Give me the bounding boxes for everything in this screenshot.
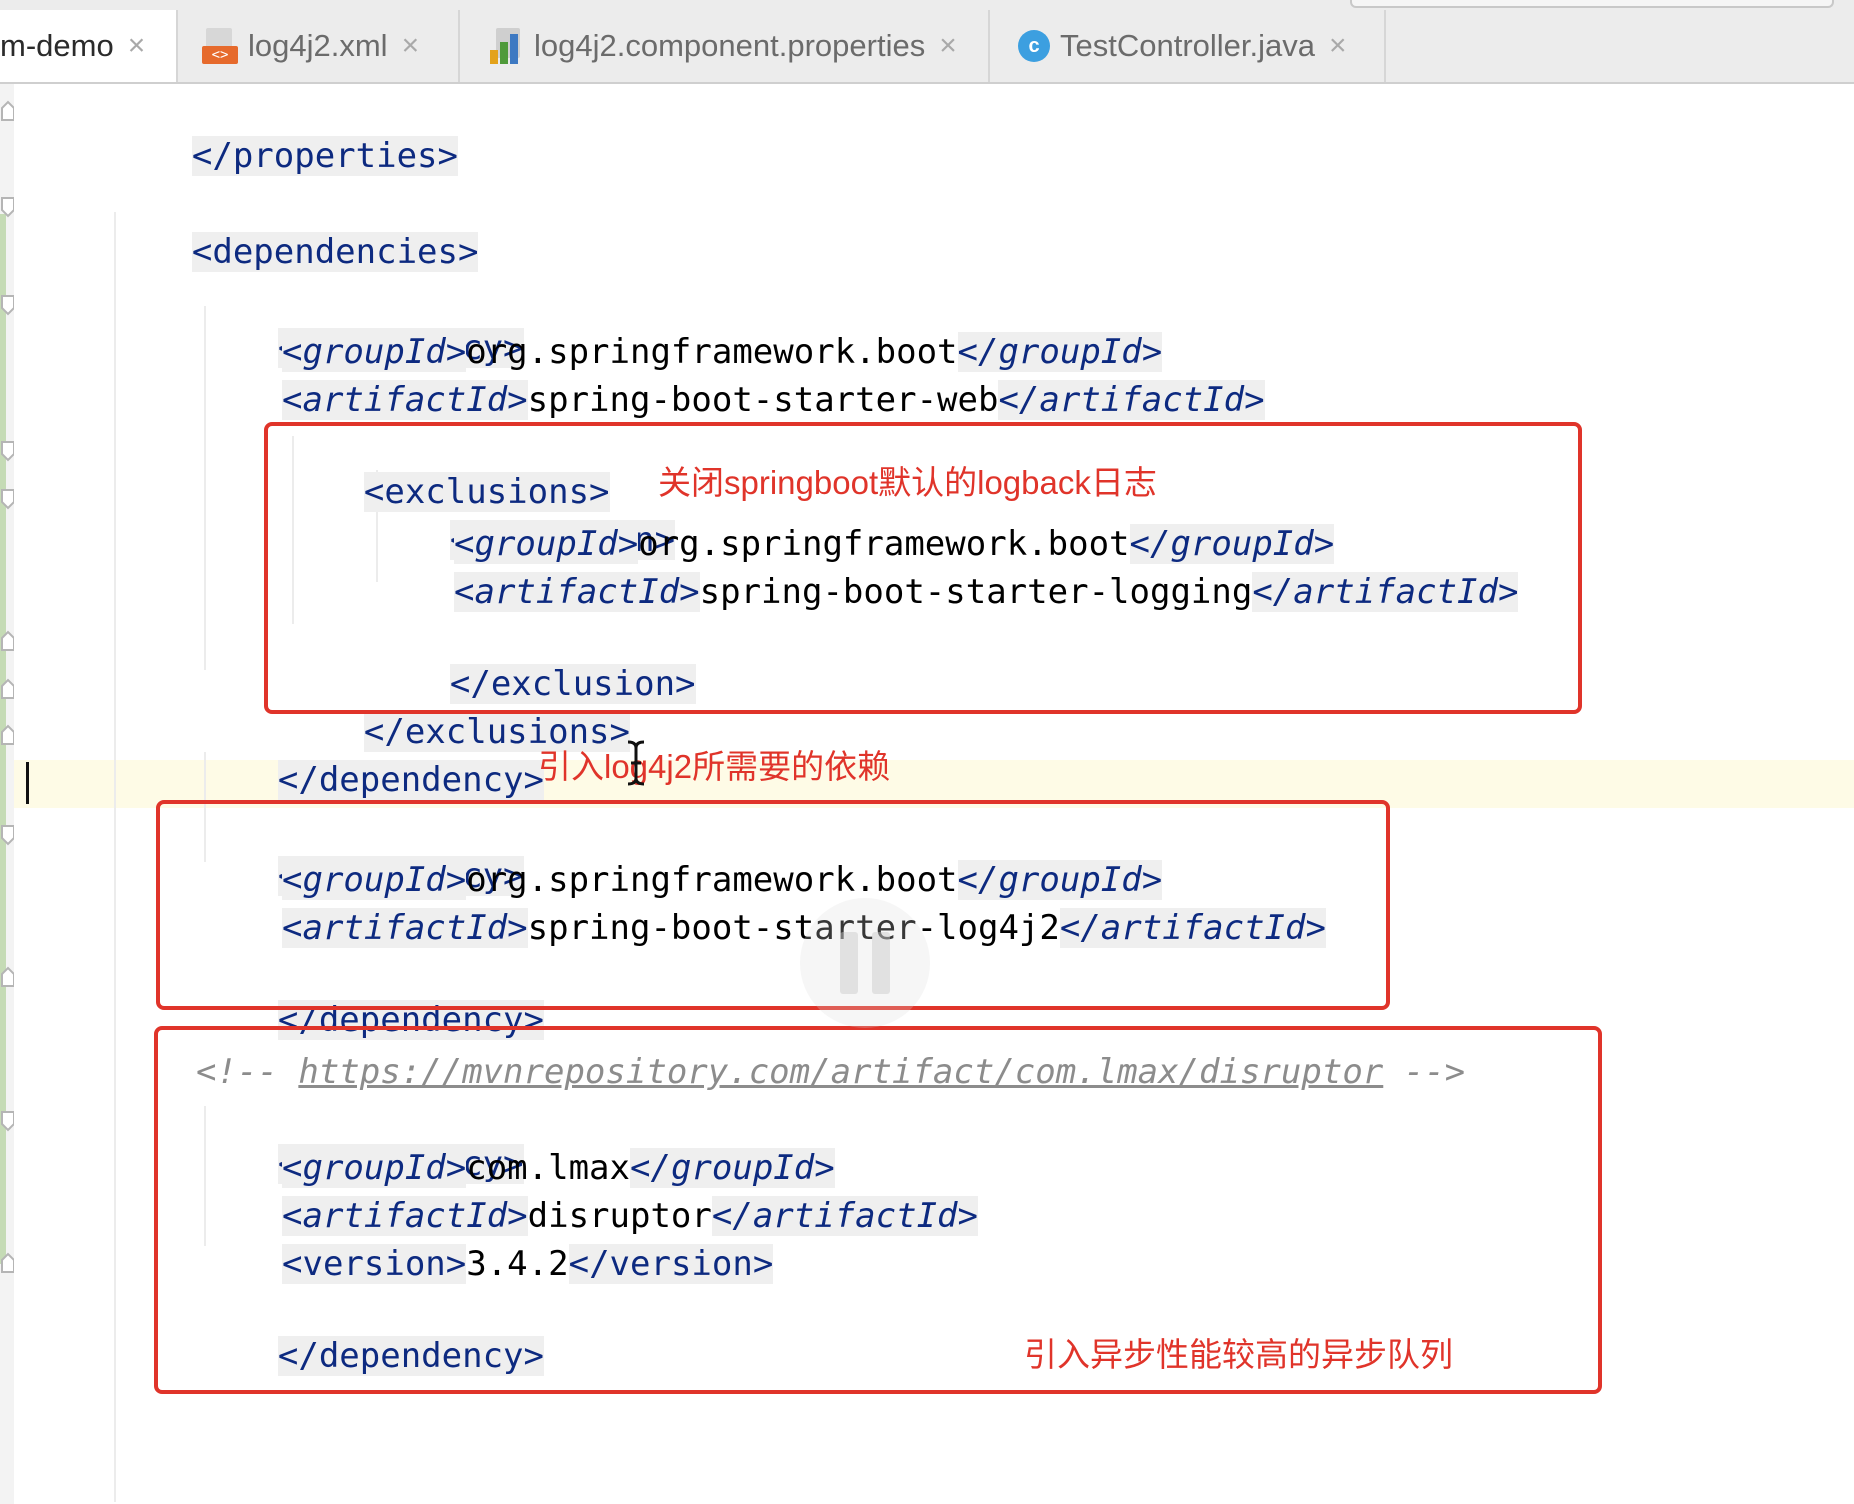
code-line[interactable]: <artifactId>spring-boot-starter-web</art… [282, 378, 1265, 422]
editor-tab-bar: m-demo × <> log4j2.xml × log4j2.componen… [0, 0, 1854, 84]
annotation-note-log4j2: 引入log4j2所需要的依赖 [538, 748, 891, 785]
properties-file-icon [490, 28, 524, 64]
code-line[interactable]: </properties> [110, 90, 458, 176]
annotation-box-log4j2 [156, 800, 1390, 1010]
code-line[interactable]: <groupId>org.springframework.boot</group… [282, 330, 1163, 374]
code-line[interactable]: <dependency> [196, 282, 524, 368]
annotation-note-exclusions: 关闭springboot默认的logback日志 [658, 464, 1157, 501]
indent-guide [114, 212, 116, 1502]
tab-label: log4j2.xml [248, 28, 388, 63]
tab-pom-demo[interactable]: m-demo × [0, 10, 178, 82]
tab-label: m-demo [0, 28, 114, 63]
close-icon[interactable]: × [939, 29, 957, 63]
java-class-icon: c [1018, 30, 1050, 62]
tab-log4j2-component-properties[interactable]: log4j2.component.properties × [460, 10, 990, 82]
tab-label: TestController.java [1060, 28, 1316, 63]
editor-gutter[interactable] [0, 84, 15, 1504]
search-field-edge[interactable] [1350, 0, 1834, 8]
annotation-note-disruptor: 引入异步性能较高的异步队列 [1024, 1336, 1453, 1373]
text-caret [26, 762, 29, 804]
mouse-ibeam-cursor [627, 740, 645, 786]
tab-label: log4j2.component.properties [534, 28, 926, 63]
code-line[interactable]: <dependencies> [110, 186, 479, 272]
close-icon[interactable]: × [128, 29, 146, 63]
close-icon[interactable]: × [1329, 29, 1347, 63]
code-line[interactable]: </dependency> [196, 714, 544, 800]
video-pause-icon[interactable] [800, 898, 930, 1028]
xml-file-icon: <> [202, 28, 238, 64]
tab-log4j2-xml[interactable]: <> log4j2.xml × [178, 10, 460, 82]
close-icon[interactable]: × [402, 29, 420, 63]
tab-testcontroller-java[interactable]: c TestController.java × [990, 10, 1386, 82]
